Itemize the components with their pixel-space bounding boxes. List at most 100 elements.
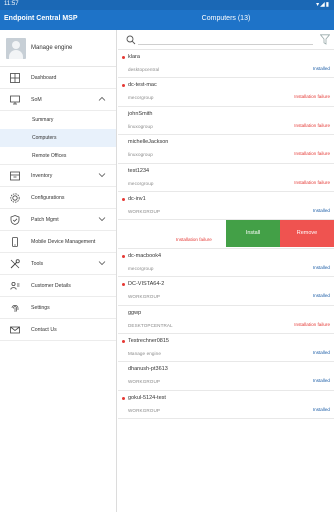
inventory-icon — [10, 171, 20, 181]
page-title: Computers (13) — [201, 15, 251, 22]
sidebar-item-label: Customer Details — [31, 283, 71, 289]
sidebar-item-tools[interactable]: Tools — [0, 253, 116, 275]
agent-status: Installed — [312, 207, 330, 213]
chevron-down-icon — [98, 261, 106, 266]
agent-status: Installation failure — [294, 122, 330, 128]
computer-row[interactable]: DC-VISTA64-2 WORKGROUP Installed — [118, 277, 334, 306]
sidebar-subitem-label: Summary — [32, 117, 54, 123]
status-dot — [122, 339, 125, 343]
computer-row[interactable]: johnSmith linuxogroup Installation failu… — [118, 106, 334, 136]
sidebar-item-inventory[interactable]: Inventory — [0, 165, 116, 187]
agent-status: Installation failure — [176, 237, 212, 243]
sidebar-item-label: Patch Mgmt — [31, 217, 59, 223]
profile-header[interactable]: Manage engine — [0, 30, 116, 67]
sidebar-item-label: Contact Us — [31, 327, 57, 333]
profile-name: Manage engine — [31, 45, 73, 51]
search-input[interactable] — [138, 44, 313, 45]
computer-row-swiped[interactable]: Installation failure Install Remove — [118, 220, 334, 249]
sidebar-item-mobile-device-management[interactable]: Mobile Device Management — [0, 231, 116, 253]
agent-status: Installed — [312, 406, 330, 412]
status-dot — [122, 283, 125, 287]
computer-name: dhanush-pt3613 — [128, 366, 168, 373]
agent-status: Installed — [312, 264, 330, 270]
computer-name: dc-inv1 — [128, 195, 146, 202]
computer-name: ggwp — [128, 309, 142, 316]
computer-domain: mecorgroup — [128, 95, 154, 101]
sidebar-item-som[interactable]: SoM — [0, 89, 116, 111]
sidebar-item-contact-us[interactable]: Contact Us — [0, 319, 116, 341]
tools-icon — [10, 259, 20, 269]
computer-name: dc-test-mac — [128, 82, 157, 89]
computer-name: johnSmith — [128, 110, 153, 117]
sidebar-item-customer-details[interactable]: Customer Details — [0, 275, 116, 297]
status-dot — [122, 84, 125, 88]
computer-row[interactable]: ggwp DESKTOPCENTRAL Installation failure — [118, 305, 334, 334]
computer-domain: WORKGROUP — [128, 294, 161, 300]
agent-status: Installation failure — [294, 94, 330, 100]
sidebar-item-label: Dashboard — [31, 75, 57, 81]
computer-domain: desktopcentral — [128, 67, 160, 72]
sidebar-subitem-label: Remote Offices — [32, 153, 67, 159]
search-bar[interactable] — [118, 30, 334, 50]
avatar — [6, 38, 26, 59]
customer-icon — [10, 281, 20, 290]
computer-row[interactable]: Testrechner0815 Manage engine Installed — [118, 333, 334, 363]
computer-row[interactable]: gokul-5124-test WORKGROUP Installed — [118, 390, 334, 420]
status-dot — [122, 56, 125, 59]
computer-domain: linuxogroup — [128, 152, 153, 158]
status-dot — [122, 254, 125, 258]
sidebar-item-label: Mobile Device Management — [31, 239, 96, 245]
agent-status: Installation failure — [294, 179, 330, 185]
sidebar-item-settings[interactable]: Settings — [0, 297, 116, 319]
chevron-down-icon — [98, 217, 106, 222]
agent-status: Installation failure — [294, 151, 330, 157]
agent-status: Installed — [312, 66, 330, 71]
computer-row[interactable]: dc-macbook4 mecorgroup Installed — [118, 248, 334, 278]
system-icons: ▾◢▮ — [316, 2, 330, 8]
sidebar-item-label: SoM — [31, 97, 42, 103]
computer-name: gokul-5124-test — [128, 394, 166, 401]
dashboard-icon — [10, 73, 20, 83]
chevron-down-icon — [98, 173, 106, 178]
computers-panel: klara desktopcentral Installed dc-test-m… — [118, 30, 334, 512]
computer-name: DC-VISTA64-2 — [128, 281, 165, 288]
chevron-up-icon — [98, 96, 106, 101]
computer-domain: linuxogroup — [128, 123, 153, 129]
computer-domain: DESKTOPCENTRAL — [128, 322, 173, 328]
computer-domain: WORKGROUP — [128, 379, 161, 385]
sidebar-item-patch-mgmt[interactable]: Patch Mgmt — [0, 209, 116, 231]
computer-row[interactable]: dc-inv1 WORKGROUP Installed — [118, 191, 334, 221]
sidebar-item-dashboard[interactable]: Dashboard — [0, 67, 116, 89]
sidebar-subitem-label: Computers — [32, 135, 57, 141]
computer-row[interactable]: dc-test-mac mecorgroup Installation fail… — [118, 78, 334, 107]
mail-icon — [10, 326, 20, 334]
computer-row[interactable]: klara desktopcentral Installed — [118, 50, 334, 79]
configurations-icon — [10, 193, 20, 203]
filter-icon[interactable] — [320, 34, 330, 45]
install-button[interactable]: Install — [226, 220, 280, 248]
computer-domain: mecorgroup — [128, 180, 154, 186]
agent-status: Installed — [312, 378, 330, 384]
fingerprint-icon — [11, 305, 19, 312]
shield-icon — [10, 215, 20, 225]
sidebar-item-label: Configurations — [31, 195, 65, 201]
computer-name: Testrechner0815 — [128, 337, 169, 344]
sidebar-item-label: Tools — [31, 261, 44, 267]
sidebar-subitem-computers[interactable]: Computers — [0, 129, 116, 147]
agent-status: Installed — [312, 349, 330, 355]
computer-row[interactable]: test1234 mecorgroup Installation failure — [118, 163, 334, 192]
computer-row[interactable]: dhanush-pt3613 WORKGROUP Installed — [118, 362, 334, 391]
app-title: Endpoint Central MSP — [4, 15, 78, 22]
sidebar-item-configurations[interactable]: Configurations — [0, 187, 116, 209]
computer-name: klara — [128, 54, 140, 60]
mobile-icon — [12, 237, 18, 247]
clock: 11:57 — [4, 1, 19, 7]
remove-button[interactable]: Remove — [280, 220, 334, 248]
sidebar-subitem-summary[interactable]: Summary — [0, 111, 116, 129]
status-bar: 11:57 ▾◢▮ — [0, 0, 334, 10]
app-bar: Endpoint Central MSP Computers (13) — [0, 10, 334, 30]
computer-name: michelleJackson — [128, 139, 169, 146]
computer-row[interactable]: michelleJackson linuxogroup Installation… — [118, 135, 334, 164]
status-dot — [122, 396, 125, 400]
sidebar-subitem-remote-offices[interactable]: Remote Offices — [0, 147, 116, 165]
